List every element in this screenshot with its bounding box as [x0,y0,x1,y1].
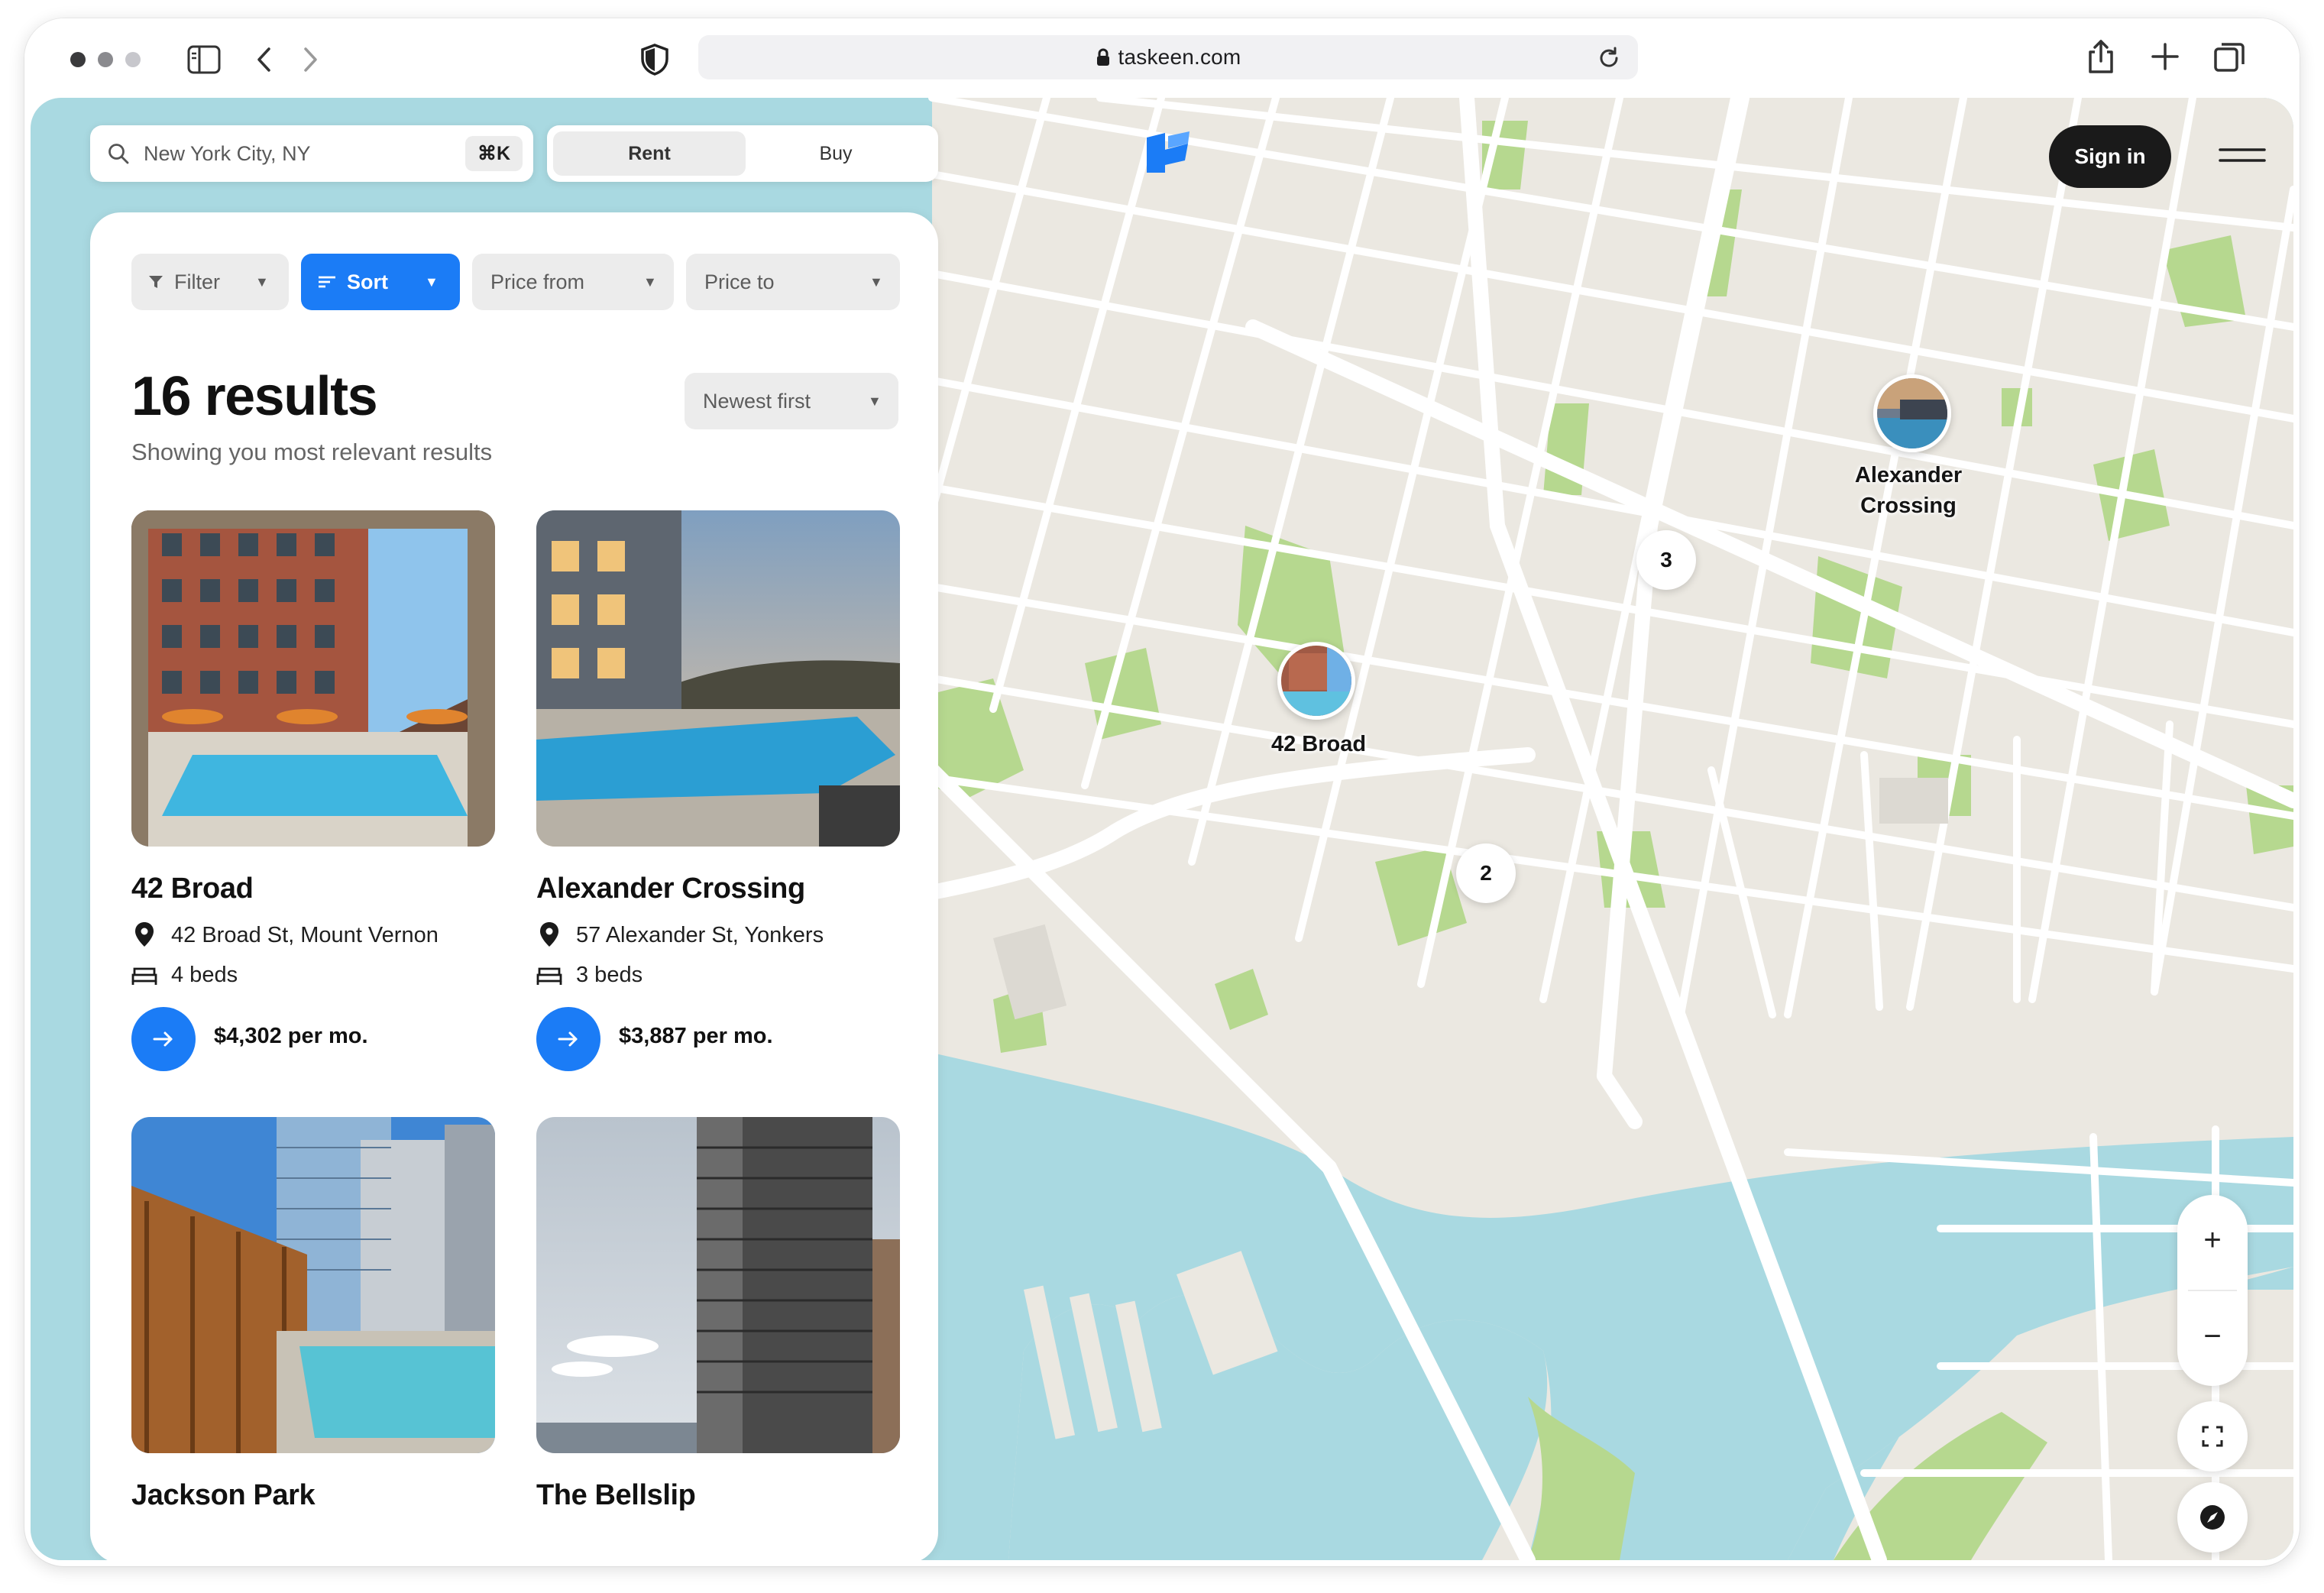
listing-price: $3,887 per mo. [619,1024,773,1048]
listing-price: $4,302 per mo. [214,1024,368,1048]
filter-button[interactable]: Filter ▼ [131,254,289,310]
map-marker-alexander-crossing[interactable] [1873,374,1951,452]
search-icon [108,144,129,164]
listing-card[interactable]: Alexander Crossing 57 Alexander St, Yonk… [536,510,900,1076]
listing-name[interactable]: 42 Broad [131,873,254,905]
sort-label: Sort [347,270,388,293]
browser-toolbar: taskeen.com [24,18,2300,98]
listing-photo[interactable] [536,1117,900,1453]
filter-label: Filter [174,270,220,293]
reload-icon[interactable] [1597,46,1621,70]
compass-icon [2200,1505,2225,1530]
chevron-down-icon: ▼ [643,274,657,290]
listing-address: 57 Alexander St, Yonkers [576,923,824,947]
map-marker-42-broad[interactable] [1277,642,1355,720]
filter-icon [149,276,163,288]
arrow-right-icon [153,1031,173,1047]
zoom-in-button[interactable]: + [2177,1195,2248,1285]
menu-icon[interactable] [2219,144,2266,167]
bed-icon [536,967,562,985]
results-count-heading: 16 results [131,366,378,427]
browser-window: taskeen.com New York City, NY ⌘K Rent Bu… [24,18,2300,1566]
shield-icon[interactable] [640,43,669,76]
price-from-select[interactable]: Price from ▼ [472,254,674,310]
keyboard-shortcut-badge: ⌘K [464,136,523,171]
view-listing-button[interactable] [131,1007,196,1071]
compass-button[interactable] [2177,1482,2248,1553]
bed-icon [131,967,157,985]
address-bar[interactable]: taskeen.com [698,35,1638,79]
listing-photo[interactable] [536,510,900,847]
sort-button[interactable]: Sort ▼ [301,254,460,310]
listing-image [131,1117,495,1453]
price-from-label: Price from [490,270,585,293]
back-icon[interactable] [254,44,275,75]
price-to-select[interactable]: Price to ▼ [686,254,900,310]
location-pin-icon [135,922,154,947]
map-cluster[interactable]: 2 [1456,843,1516,903]
lock-icon [1096,48,1109,66]
chevron-down-icon: ▼ [868,393,882,409]
page-viewport: New York City, NY ⌘K Rent Buy Sign in 42… [31,98,2293,1560]
window-zoom-dot[interactable] [125,52,141,67]
rent-buy-toggle: Rent Buy [547,125,938,182]
listing-address: 42 Broad St, Mount Vernon [171,923,439,947]
results-subtitle: Showing you most relevant results [131,439,493,465]
listing-card[interactable]: Jackson Park [131,1117,495,1545]
map-cluster[interactable]: 3 [1636,530,1696,590]
forward-icon[interactable] [299,44,321,75]
results-panel: Filter ▼ Sort ▼ Price from ▼ Price to ▼ [90,212,938,1560]
chevron-down-icon: ▼ [869,274,883,290]
price-to-label: Price to [704,270,775,293]
listing-name[interactable]: Alexander Crossing [536,873,805,905]
tabs-icon[interactable] [2212,40,2246,73]
listing-beds: 4 beds [171,963,238,987]
url-label: taskeen.com [1118,45,1241,69]
sign-in-button[interactable]: Sign in [2049,125,2171,188]
zoom-out-button[interactable]: − [2177,1291,2248,1381]
taskeen-logo[interactable] [1142,127,1193,177]
chevron-down-icon: ▼ [425,274,439,290]
buy-option[interactable]: Buy [740,131,932,176]
url-text: taskeen.com [698,35,1638,79]
view-listing-button[interactable] [536,1007,600,1071]
listing-image [131,510,495,847]
listing-card[interactable]: The Bellslip [536,1117,900,1545]
marker-photo [1281,646,1351,716]
listing-photo[interactable] [131,1117,495,1453]
listing-card[interactable]: 42 Broad 42 Broad St, Mount Vernon 4 bed… [131,510,495,1076]
share-icon[interactable] [2086,38,2116,76]
new-tab-icon[interactable] [2150,41,2180,72]
fullscreen-button[interactable] [2177,1401,2248,1472]
location-pin-icon [540,922,558,947]
sort-order-value: Newest first [703,390,811,413]
window-minimize-dot[interactable] [98,52,113,67]
search-input[interactable]: New York City, NY [144,125,311,182]
marker-photo [1877,378,1947,448]
sort-icon [319,276,335,288]
listing-image [536,510,900,847]
fullscreen-icon [2202,1426,2223,1447]
map-marker-label: 42 Broad [1270,732,1367,756]
listing-name[interactable]: The Bellslip [536,1479,696,1512]
chevron-down-icon: ▼ [255,274,269,290]
location-search[interactable]: New York City, NY ⌘K [90,125,533,182]
listing-name[interactable]: Jackson Park [131,1479,316,1512]
sidebar-icon[interactable] [186,44,222,75]
listing-beds: 3 beds [576,963,643,987]
window-close-dot[interactable] [70,52,86,67]
zoom-controls: + − [2177,1195,2248,1386]
map-marker-label: Alexander Crossing [1854,463,1963,518]
sort-order-select[interactable]: Newest first ▼ [685,373,898,429]
listing-photo[interactable] [131,510,495,847]
arrow-right-icon [558,1031,578,1047]
listing-image [536,1117,900,1453]
rent-option[interactable]: Rent [553,131,746,176]
